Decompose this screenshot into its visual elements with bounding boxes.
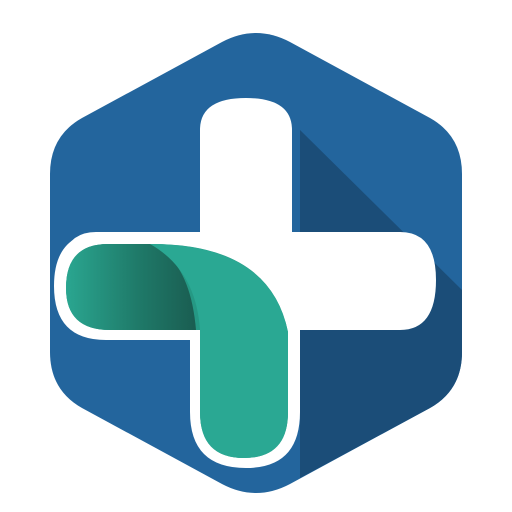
logo-canvas <box>0 0 512 512</box>
logo-graphic <box>50 33 462 493</box>
